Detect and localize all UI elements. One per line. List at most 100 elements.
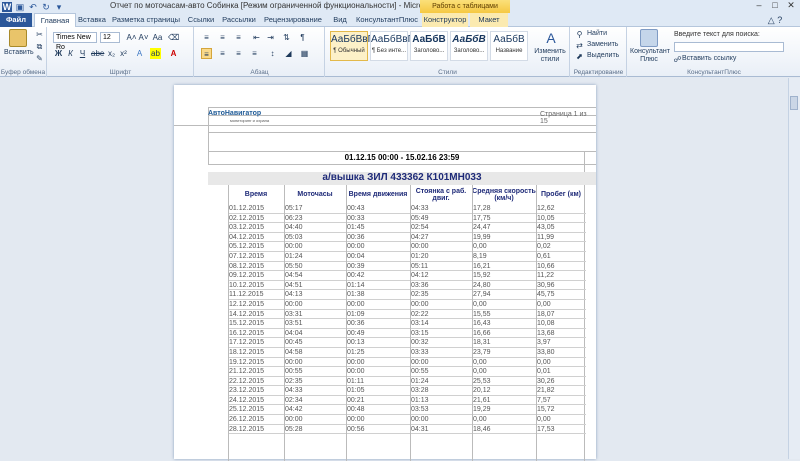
shrink-font-icon[interactable]: A˅: [138, 32, 149, 43]
close-icon[interactable]: ✕: [784, 0, 798, 11]
shading-icon[interactable]: ◢: [283, 48, 294, 59]
font-name-combo[interactable]: Times New Ro: [53, 32, 97, 51]
subscript-icon[interactable]: x₂: [106, 48, 117, 59]
title-bar: W ▣ ↶ ↻ ▾ Отчет по моточасам-авто Собинк…: [0, 0, 800, 13]
table-row[interactable]: 01.12.2015 05:17 00:43 04:33 17,28 12,62: [228, 204, 586, 214]
tab-mailings[interactable]: Рассылки: [220, 13, 258, 27]
italic-icon[interactable]: К: [65, 48, 76, 59]
undo-icon[interactable]: ↶: [28, 2, 38, 12]
copy-icon[interactable]: ⧉: [34, 41, 45, 52]
bold-icon[interactable]: Ж: [53, 48, 64, 59]
table-row[interactable]: 08.12.2015 05:50 00:39 05:11 16,21 10,66: [228, 262, 586, 272]
table-row[interactable]: 24.12.2015 02:34 00:21 01:13 21,61 7,57: [228, 396, 586, 406]
table-row[interactable]: 15.12.2015 03:51 00:36 03:14 16,43 10,08: [228, 319, 586, 329]
table-row[interactable]: 09.12.2015 04:54 00:42 04:12 15,92 11,22: [228, 271, 586, 281]
table-row[interactable]: 19.12.2015 00:00 00:00 00:00 0,00 0,00: [228, 358, 586, 368]
paste-icon[interactable]: [9, 29, 27, 47]
consultant-button[interactable]: Консультант Плюс: [630, 48, 670, 64]
scrollbar-thumb[interactable]: [790, 96, 798, 110]
text-effects-icon[interactable]: A: [134, 48, 145, 59]
consultant-avatar-icon[interactable]: [640, 29, 658, 47]
table-row[interactable]: 28.12.2015 05:28 00:56 04:31 18,46 17,53: [228, 425, 586, 435]
table-row[interactable]: 04.12.2015 05:03 00:36 04:27 19,99 11,99: [228, 233, 586, 243]
replace-icon[interactable]: ⇄: [574, 40, 585, 51]
table-row[interactable]: 23.12.2015 04:33 01:05 03:28 20,12 21,82: [228, 386, 586, 396]
group-font: Times New Ro 12 A˄ A˅ Aa ⌫ Ж К Ч abe x₂ …: [48, 27, 194, 77]
numbering-icon[interactable]: ≡: [217, 32, 228, 43]
maximize-icon[interactable]: □: [768, 0, 782, 11]
document-page[interactable]: АвтоНавигатор мониторинг и охрана Страни…: [174, 85, 596, 461]
table-row[interactable]: 12.12.2015 00:00 00:00 00:00 0,00 0,00: [228, 300, 586, 310]
tab-file[interactable]: Файл: [0, 13, 32, 27]
justify-icon[interactable]: ≡: [249, 48, 260, 59]
tab-view[interactable]: Вид: [328, 13, 352, 27]
font-color-icon[interactable]: A: [168, 48, 179, 59]
table-cell: 04:58: [285, 348, 303, 356]
change-case-icon[interactable]: Aa: [152, 32, 163, 43]
highlight-icon[interactable]: ab: [150, 48, 161, 59]
line-spacing-icon[interactable]: ↕: [267, 48, 278, 59]
tab-consultant[interactable]: КонсультантПлюс: [356, 13, 418, 27]
font-size-combo[interactable]: 12: [100, 32, 120, 43]
replace-button[interactable]: Заменить: [587, 41, 618, 48]
select-button[interactable]: Выделить: [587, 52, 619, 59]
tab-insert[interactable]: Вставка: [76, 13, 108, 27]
show-marks-icon[interactable]: ¶: [297, 32, 308, 43]
table-row[interactable]: 05.12.2015 00:00 00:00 00:00 0,00 0,02: [228, 242, 586, 252]
format-painter-icon[interactable]: ✎: [34, 53, 45, 64]
table-row[interactable]: 17.12.2015 00:45 00:13 00:32 18,31 3,97: [228, 338, 586, 348]
minimize-icon[interactable]: –: [752, 0, 766, 11]
tab-design[interactable]: Конструктор: [422, 13, 468, 27]
tab-page-layout[interactable]: Разметка страницы: [110, 13, 182, 27]
grow-font-icon[interactable]: A˄: [126, 32, 137, 43]
sort-icon[interactable]: ⇅: [281, 32, 292, 43]
table-row[interactable]: 16.12.2015 04:04 00:49 03:15 16,66 13,68: [228, 329, 586, 339]
paste-button[interactable]: Вставить: [4, 49, 34, 56]
align-right-icon[interactable]: ≡: [233, 48, 244, 59]
table-row[interactable]: 02.12.2015 06:23 00:33 05:49 17,75 10,05: [228, 214, 586, 224]
table-row[interactable]: 18.12.2015 04:58 01:25 03:33 23,79 33,80: [228, 348, 586, 358]
vertical-scrollbar[interactable]: [788, 78, 800, 459]
save-icon[interactable]: ▣: [15, 2, 25, 12]
find-button[interactable]: Найти: [587, 30, 607, 37]
multilevel-icon[interactable]: ≡: [233, 32, 244, 43]
search-input[interactable]: [674, 42, 784, 52]
table-row[interactable]: 07.12.2015 01:24 00:04 01:20 8,19 0,61: [228, 252, 586, 262]
underline-icon[interactable]: Ч: [77, 48, 88, 59]
redo-icon[interactable]: ↻: [41, 2, 51, 12]
style-normal[interactable]: АаБбВвГг ¶ Обычный: [330, 31, 377, 61]
strike-icon[interactable]: abe: [91, 48, 104, 59]
style-heading2[interactable]: АаБбВ Заголово...: [450, 31, 488, 61]
insert-link-button[interactable]: Вставить ссылку: [682, 55, 736, 62]
help-icon[interactable]: △ ?: [752, 13, 798, 27]
find-icon[interactable]: ⚲: [574, 29, 585, 40]
table-row[interactable]: 11.12.2015 04:13 01:38 02:35 27,94 45,75: [228, 290, 586, 300]
table-row[interactable]: 25.12.2015 04:42 00:48 03:53 19,29 15,72: [228, 405, 586, 416]
align-left-icon[interactable]: ≡: [201, 48, 212, 59]
style-no-spacing[interactable]: АаБбВвГг ¶ Без инте...: [370, 31, 417, 61]
tab-home[interactable]: Главная: [34, 13, 76, 28]
tab-layout[interactable]: Макет: [470, 13, 508, 27]
change-styles-icon[interactable]: A: [542, 29, 560, 47]
select-icon[interactable]: ⬈: [574, 51, 585, 62]
increase-indent-icon[interactable]: ⇥: [265, 32, 276, 43]
decrease-indent-icon[interactable]: ⇤: [251, 32, 262, 43]
table-row[interactable]: 22.12.2015 02:35 01:11 01:24 25,53 30,26: [228, 377, 586, 387]
table-row[interactable]: 26.12.2015 00:00 00:00 00:00 0,00 0,00: [228, 415, 586, 425]
style-title[interactable]: АаБбВ Название: [490, 31, 528, 61]
table-row[interactable]: 03.12.2015 04:40 01:45 02:54 24,47 43,05: [228, 223, 586, 233]
tab-review[interactable]: Рецензирование: [262, 13, 324, 27]
clear-format-icon[interactable]: ⌫: [168, 32, 179, 43]
change-styles-button[interactable]: Изменить стили: [533, 48, 567, 64]
customize-qat-icon[interactable]: ▾: [54, 2, 64, 12]
bullets-icon[interactable]: ≡: [201, 32, 212, 43]
align-center-icon[interactable]: ≡: [217, 48, 228, 59]
borders-icon[interactable]: ▦: [299, 48, 310, 59]
table-row[interactable]: 21.12.2015 00:55 00:00 00:55 0,00 0,01: [228, 367, 586, 377]
superscript-icon[interactable]: x²: [118, 48, 129, 59]
tab-references[interactable]: Ссылки: [184, 13, 218, 27]
style-heading1[interactable]: АаБбВ Заголово...: [410, 31, 448, 61]
cut-icon[interactable]: ✂: [34, 29, 45, 40]
table-row[interactable]: 14.12.2015 03:31 01:09 02:22 15,55 18,07: [228, 310, 586, 320]
table-row[interactable]: 10.12.2015 04:51 01:14 03:36 24,80 30,96: [228, 281, 586, 291]
